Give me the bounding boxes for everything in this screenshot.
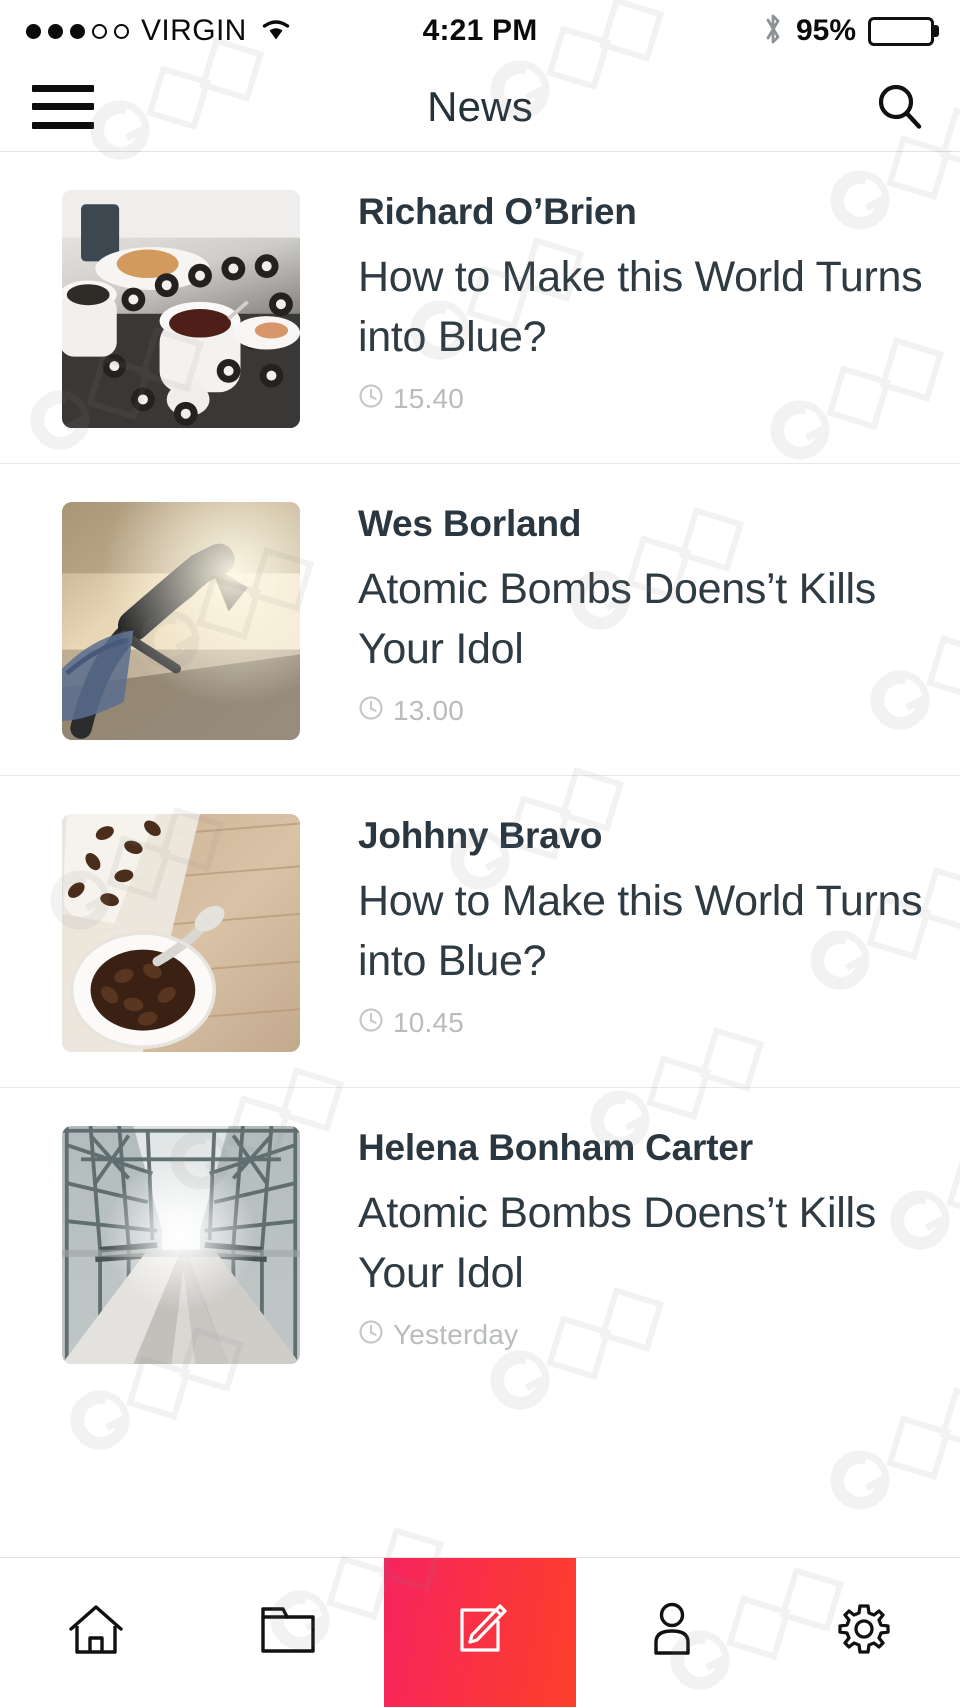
article-thumbnail-steel-bridge bbox=[62, 1126, 300, 1364]
signal-strength-dots bbox=[26, 23, 129, 39]
bluetooth-icon bbox=[762, 11, 784, 52]
tab-folder[interactable] bbox=[192, 1558, 384, 1707]
news-list: Richard O’Brien How to Make this World T… bbox=[0, 152, 960, 1557]
tab-profile[interactable] bbox=[576, 1558, 768, 1707]
article-timestamp: Yesterday bbox=[393, 1318, 519, 1350]
carrier-name: VIRGIN bbox=[141, 14, 247, 47]
article-text-block: Richard O’Brien How to Make this World T… bbox=[300, 190, 930, 415]
compose-pencil-icon bbox=[450, 1600, 510, 1665]
search-icon[interactable] bbox=[872, 79, 928, 135]
article-timestamp: 15.40 bbox=[393, 382, 465, 414]
news-list-item[interactable]: Richard O’Brien How to Make this World T… bbox=[0, 152, 960, 464]
page-title: News bbox=[427, 82, 533, 130]
news-list-item[interactable]: Wes Borland Atomic Bombs Doens’t Kills Y… bbox=[0, 464, 960, 776]
article-headline: How to Make this World Turns into Blue? bbox=[358, 877, 923, 985]
article-timestamp: 13.00 bbox=[393, 694, 465, 726]
article-meta: Yesterday bbox=[358, 1319, 930, 1351]
clock-icon bbox=[358, 1319, 384, 1350]
status-bar: VIRGIN 4:21 PM 95% bbox=[0, 0, 960, 62]
navigation-bar: News bbox=[0, 62, 960, 152]
article-thumbnail-coffee-cups bbox=[62, 190, 300, 428]
article-timestamp: 10.45 bbox=[393, 1006, 465, 1038]
news-list-item[interactable]: Johhny Bravo How to Make this World Turn… bbox=[0, 776, 960, 1088]
article-text-block: Johhny Bravo How to Make this World Turn… bbox=[300, 814, 930, 1039]
clock-icon bbox=[358, 1007, 384, 1038]
person-icon bbox=[647, 1601, 697, 1664]
article-author: Johhny Bravo bbox=[358, 815, 603, 856]
tab-settings[interactable] bbox=[768, 1558, 960, 1707]
article-author: Helena Bonham Carter bbox=[358, 1127, 753, 1168]
article-headline: How to Make this World Turns into Blue? bbox=[358, 253, 923, 361]
wifi-icon bbox=[259, 15, 293, 48]
phone-screen: VIRGIN 4:21 PM 95% News Richard O’Brien … bbox=[0, 0, 960, 1707]
hamburger-menu-icon[interactable] bbox=[32, 84, 94, 129]
clock-icon bbox=[358, 383, 384, 414]
article-thumbnail-high-heels bbox=[62, 502, 300, 740]
article-author: Wes Borland bbox=[358, 503, 582, 544]
article-meta: 15.40 bbox=[358, 383, 930, 415]
status-bar-left: VIRGIN bbox=[26, 14, 293, 48]
bottom-tab-bar bbox=[0, 1557, 960, 1707]
article-thumbnail-coffee-beans bbox=[62, 814, 300, 1052]
article-meta: 13.00 bbox=[358, 695, 930, 727]
article-headline: Atomic Bombs Doens’t Kills Your Idol bbox=[358, 565, 876, 673]
article-text-block: Wes Borland Atomic Bombs Doens’t Kills Y… bbox=[300, 502, 930, 727]
battery-percentage: 95% bbox=[795, 14, 856, 47]
status-bar-time: 4:21 PM bbox=[422, 14, 538, 47]
news-list-item[interactable]: Helena Bonham Carter Atomic Bombs Doens’… bbox=[0, 1088, 960, 1400]
gear-icon bbox=[835, 1601, 893, 1664]
tab-compose[interactable] bbox=[384, 1558, 576, 1707]
article-author: Richard O’Brien bbox=[358, 191, 637, 232]
article-headline: Atomic Bombs Doens’t Kills Your Idol bbox=[358, 1189, 876, 1297]
clock-icon bbox=[358, 695, 384, 726]
tab-home[interactable] bbox=[0, 1558, 192, 1707]
folder-icon bbox=[259, 1603, 317, 1662]
battery-icon bbox=[868, 16, 934, 46]
article-text-block: Helena Bonham Carter Atomic Bombs Doens’… bbox=[300, 1126, 930, 1351]
article-meta: 10.45 bbox=[358, 1007, 930, 1039]
status-bar-right: 95% bbox=[762, 11, 934, 52]
home-icon bbox=[66, 1601, 126, 1664]
